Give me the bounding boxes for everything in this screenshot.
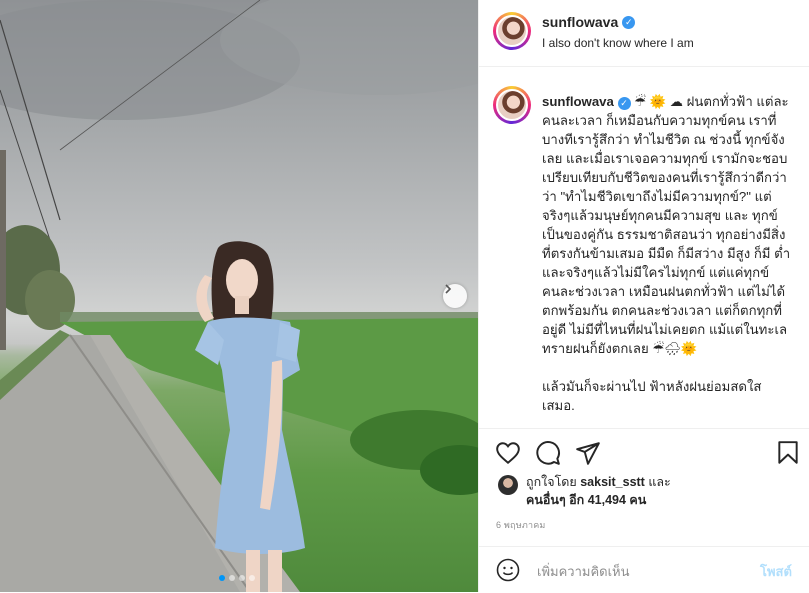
post-comment-button[interactable]: โพสต์ [760, 561, 792, 582]
comment-icon[interactable] [535, 440, 561, 466]
verified-badge-icon: ✓ [622, 15, 636, 29]
emoji-icon[interactable] [496, 558, 520, 582]
liked-by-and: และ [648, 475, 671, 489]
liked-by-user[interactable]: saksit_sstt [580, 475, 645, 489]
caption-username[interactable]: sunflowava [542, 94, 614, 109]
header-username[interactable]: sunflowava ✓ [542, 14, 636, 30]
heart-icon[interactable] [495, 440, 521, 466]
comment-input[interactable] [535, 559, 739, 583]
post-panel: sunflowava ✓ I also don't know where I a… [478, 0, 809, 592]
carousel-dot [219, 575, 225, 581]
caption-avatar[interactable] [493, 86, 531, 124]
username-label[interactable]: sunflowava [542, 14, 618, 30]
bookmark-icon[interactable] [775, 440, 801, 466]
carousel-dot [249, 575, 255, 581]
carousel-dot [229, 575, 235, 581]
chevron-right-icon [445, 284, 452, 294]
post-date[interactable]: 6 พฤษภาคม [496, 518, 546, 532]
comment-bar: โพสต์ [479, 546, 809, 593]
header-divider [479, 66, 809, 67]
post-photo[interactable] [0, 0, 478, 592]
verified-badge-icon: ✓ [617, 97, 631, 110]
liked-by-others[interactable]: คนอื่นๆ อีก 41,494 คน [526, 493, 646, 507]
liker-avatar[interactable] [498, 475, 518, 495]
liked-by: ถูกใจโดย saksit_sstt และ คนอื่นๆ อีก 41,… [498, 473, 671, 509]
actions-divider [479, 428, 809, 429]
caption-emojis: ☔ 🌞 ☁ [634, 94, 683, 109]
post-caption: sunflowava ✓ ☔ 🌞 ☁ ฝนตกทั่วฟ้า แต่ละคนละ… [542, 92, 792, 415]
post-actions [479, 440, 809, 466]
liked-by-prefix: ถูกใจโดย [526, 475, 577, 489]
carousel-dot [239, 575, 245, 581]
share-icon[interactable] [575, 440, 601, 466]
carousel-next-button[interactable] [443, 284, 467, 308]
avatar[interactable] [493, 12, 531, 50]
photo-scene [0, 0, 478, 592]
caption-text: ฝนตกทั่วฟ้า แต่ละคนละเวลา ก็เหมือนกับควา… [542, 94, 791, 356]
carousel-dots [219, 575, 255, 581]
caption-text-2: แล้วมันก็จะผ่านไป ฟ้าหลังฝนย่อมสดใสเสมอ. [542, 379, 762, 413]
post-location[interactable]: I also don't know where I am [542, 36, 694, 50]
